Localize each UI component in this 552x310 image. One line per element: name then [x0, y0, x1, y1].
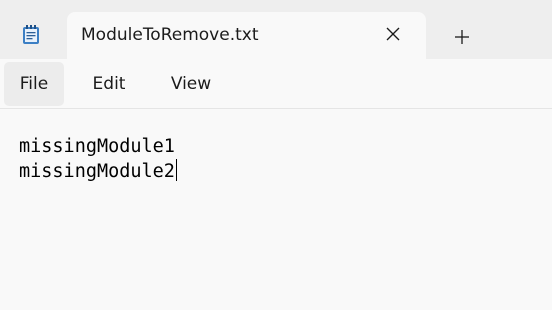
editor-line-1: missingModule1: [19, 134, 175, 159]
editor-line-2-text: missingModule2: [19, 161, 175, 182]
plus-icon[interactable]: [454, 29, 470, 45]
text-editor[interactable]: missingModule1 missingModule2: [0, 109, 552, 310]
tab-strip: ModuleToRemove.txt: [0, 0, 552, 59]
tab-title: ModuleToRemove.txt: [81, 25, 259, 45]
menu-edit[interactable]: Edit: [78, 62, 140, 106]
menu-view[interactable]: View: [157, 62, 225, 106]
editor-line-1-text: missingModule1: [19, 136, 175, 157]
menu-bar: File Edit View: [0, 59, 552, 109]
editor-line-2: missingModule2: [19, 159, 177, 184]
text-caret: [175, 159, 177, 181]
notepad-window: ModuleToRemove.txt File Edit View missin…: [0, 0, 552, 310]
notepad-icon: [23, 25, 39, 44]
menu-file[interactable]: File: [4, 62, 64, 106]
close-icon[interactable]: [385, 26, 401, 42]
tab-active[interactable]: ModuleToRemove.txt: [67, 12, 426, 59]
